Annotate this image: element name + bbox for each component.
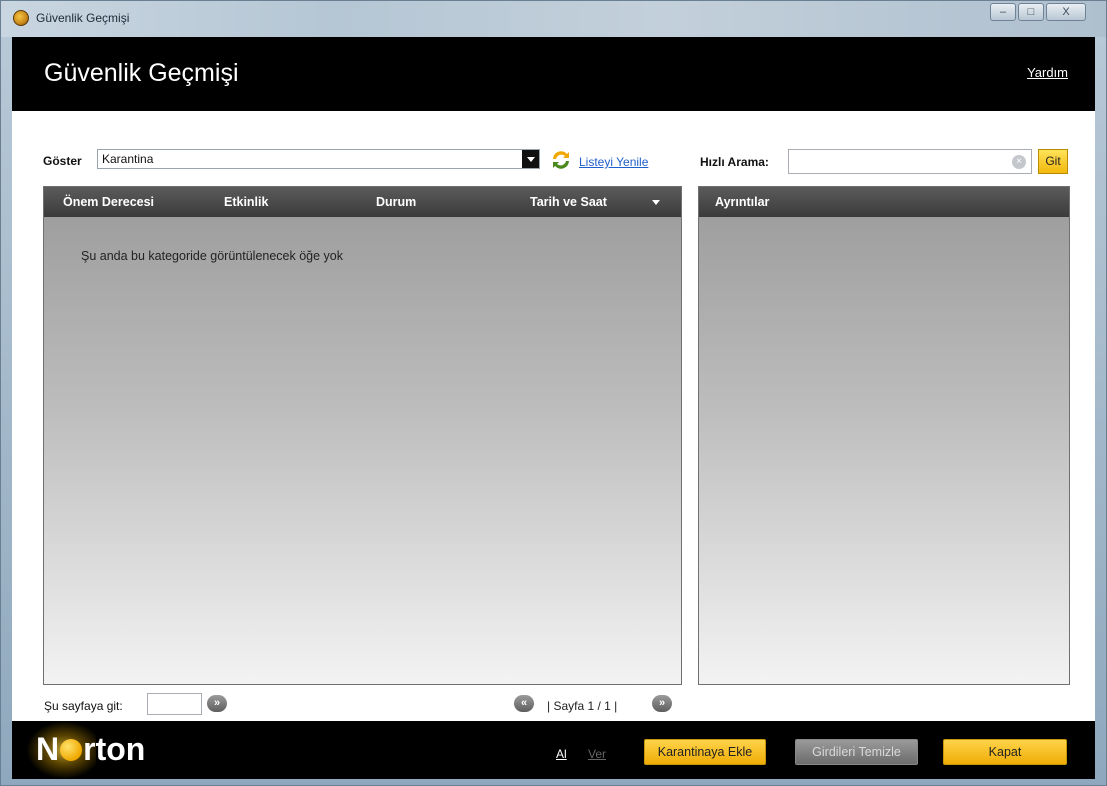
norton-logo: Nrton [36,731,145,768]
close-window-button[interactable]: X [1046,3,1086,21]
go-button[interactable]: Git [1038,149,1068,174]
show-label: Göster [43,154,82,168]
import-link[interactable]: Al [556,747,567,761]
previous-page-button[interactable]: « [514,695,534,712]
history-list[interactable]: Önem Derecesi Etkinlik Durum Tarih ve Sa… [43,186,682,685]
show-filter-value: Karantina [102,152,154,166]
footer: Nrton Al Ver Karantinaya Ekle Girdileri … [12,721,1095,779]
minimize-button[interactable]: – [990,3,1016,21]
clear-entries-button: Girdileri Temizle [795,739,918,765]
close-button[interactable]: Kapat [943,739,1067,765]
goto-page-label: Şu sayfaya git: [44,699,123,713]
window: Güvenlik Geçmişi – □ X Güvenlik Geçmişi … [0,0,1107,786]
show-filter-dropdown[interactable]: Karantina [97,149,540,169]
details-panel: Ayrıntılar [698,186,1070,685]
sort-arrow-icon[interactable] [652,200,660,205]
goto-page-input[interactable] [147,693,202,715]
empty-list-message: Şu anda bu kategoride görüntülenecek öğe… [81,249,343,263]
main-content: Göster Karantina Listeyi Yenile Hızlı Ar… [12,111,1095,721]
list-header: Önem Derecesi Etkinlik Durum Tarih ve Sa… [44,187,681,217]
column-severity[interactable]: Önem Derecesi [63,195,154,209]
column-status[interactable]: Durum [376,195,416,209]
page-title: Güvenlik Geçmişi [44,59,239,87]
help-link[interactable]: Yardım [1027,65,1068,80]
norton-app-icon [13,10,29,26]
export-link: Ver [588,747,607,761]
clear-search-icon[interactable]: × [1012,155,1026,169]
header: Güvenlik Geçmişi Yardım [12,37,1095,111]
logo-letter-n: N [36,731,60,767]
refresh-list-link[interactable]: Listeyi Yenile [579,155,648,169]
quick-search-input[interactable] [788,149,1032,174]
dropdown-arrow-icon[interactable] [522,150,539,168]
maximize-button[interactable]: □ [1018,3,1044,21]
logo-dot-icon [60,739,83,761]
next-page-button[interactable]: » [652,695,672,712]
logo-letters: rton [83,731,146,767]
goto-page-button[interactable]: » [207,695,227,712]
title-bar[interactable]: Güvenlik Geçmişi – □ X [1,1,1106,37]
quick-search-label: Hızlı Arama: [700,155,769,169]
window-controls: – □ X [990,3,1086,21]
column-activity[interactable]: Etkinlik [224,195,268,209]
add-to-quarantine-button[interactable]: Karantinaya Ekle [644,739,766,765]
window-title: Güvenlik Geçmişi [36,11,130,25]
details-header: Ayrıntılar [699,187,1069,217]
page-indicator: | Sayfa 1 / 1 | [547,699,618,713]
column-date-time[interactable]: Tarih ve Saat [530,195,607,209]
refresh-icon[interactable] [549,148,573,172]
